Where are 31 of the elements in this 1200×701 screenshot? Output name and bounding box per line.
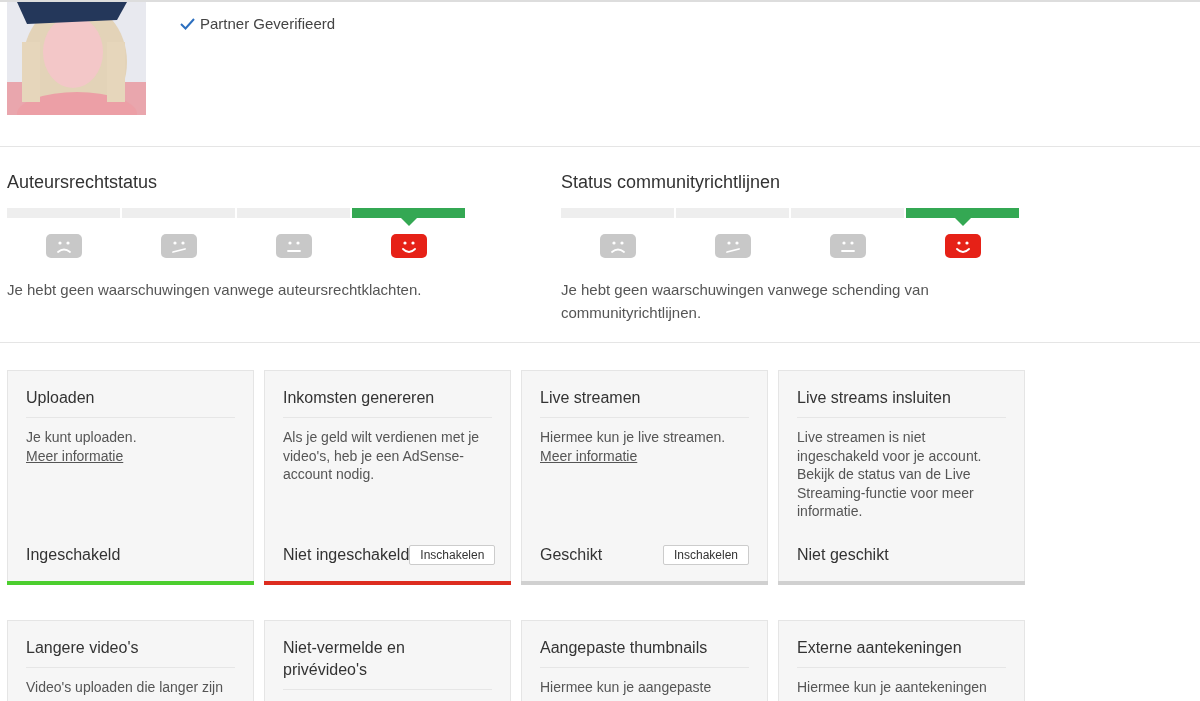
card-title: Uploaden [26, 387, 235, 418]
card-title: Aangepaste thumbnails [540, 637, 749, 668]
status-message: Je hebt geen waarschuwingen vanwege schending van communityrichtlijnen. [561, 280, 930, 323]
description-text: Hiermee kun je aantekeningen [797, 679, 987, 695]
section-title: Status communityrichtlijnen [561, 171, 782, 194]
partner-status-label: Partner Geverifieerd [200, 13, 336, 34]
check-icon [180, 18, 195, 30]
pointer-icon [954, 218, 971, 226]
status-message: Je hebt geen waarschuwingen vanwege auteursrechtklachten. [7, 280, 423, 300]
card-title: Niet-vermelde en privévideo's [283, 637, 492, 690]
description-text: Als je geld wilt verdienen met je video's, heb je een AdSense-account nodig. [283, 429, 480, 482]
card-title: Live streamen [540, 387, 749, 418]
more-info-link[interactable]: Meer informatie [26, 447, 124, 464]
status-label: Ingeschakeld [26, 545, 121, 565]
description-text: Hiermee kun je live streamen. [540, 429, 726, 445]
card-title: Langere video's [26, 637, 235, 668]
description-text: Je kunt uploaden. [26, 429, 137, 445]
more-info-link[interactable]: Meer informatie [540, 447, 638, 464]
enable-button[interactable]: Inschakelen [409, 545, 496, 565]
card-title: Live streams insluiten [797, 387, 1006, 418]
pointer-icon [400, 218, 417, 226]
status-label: Niet geschikt [797, 545, 889, 565]
status-label: Geschikt [540, 545, 603, 565]
description-text: Hiermee kun je aangepaste [540, 679, 712, 695]
status-label: Niet ingeschakeld [283, 545, 410, 565]
section-title: Auteursrechtstatus [7, 171, 159, 194]
card-title: Externe aantekeningen [797, 637, 1006, 668]
description-text: Video's uploaden die langer zijn [26, 679, 223, 695]
enable-button[interactable]: Inschakelen [662, 545, 749, 565]
card-title: Inkomsten genereren [283, 387, 492, 418]
description-text: Live streamen is niet ingeschakeld voor je account. Bekijk de status van de Live Streaming-functie voor meer informatie. [797, 429, 982, 519]
